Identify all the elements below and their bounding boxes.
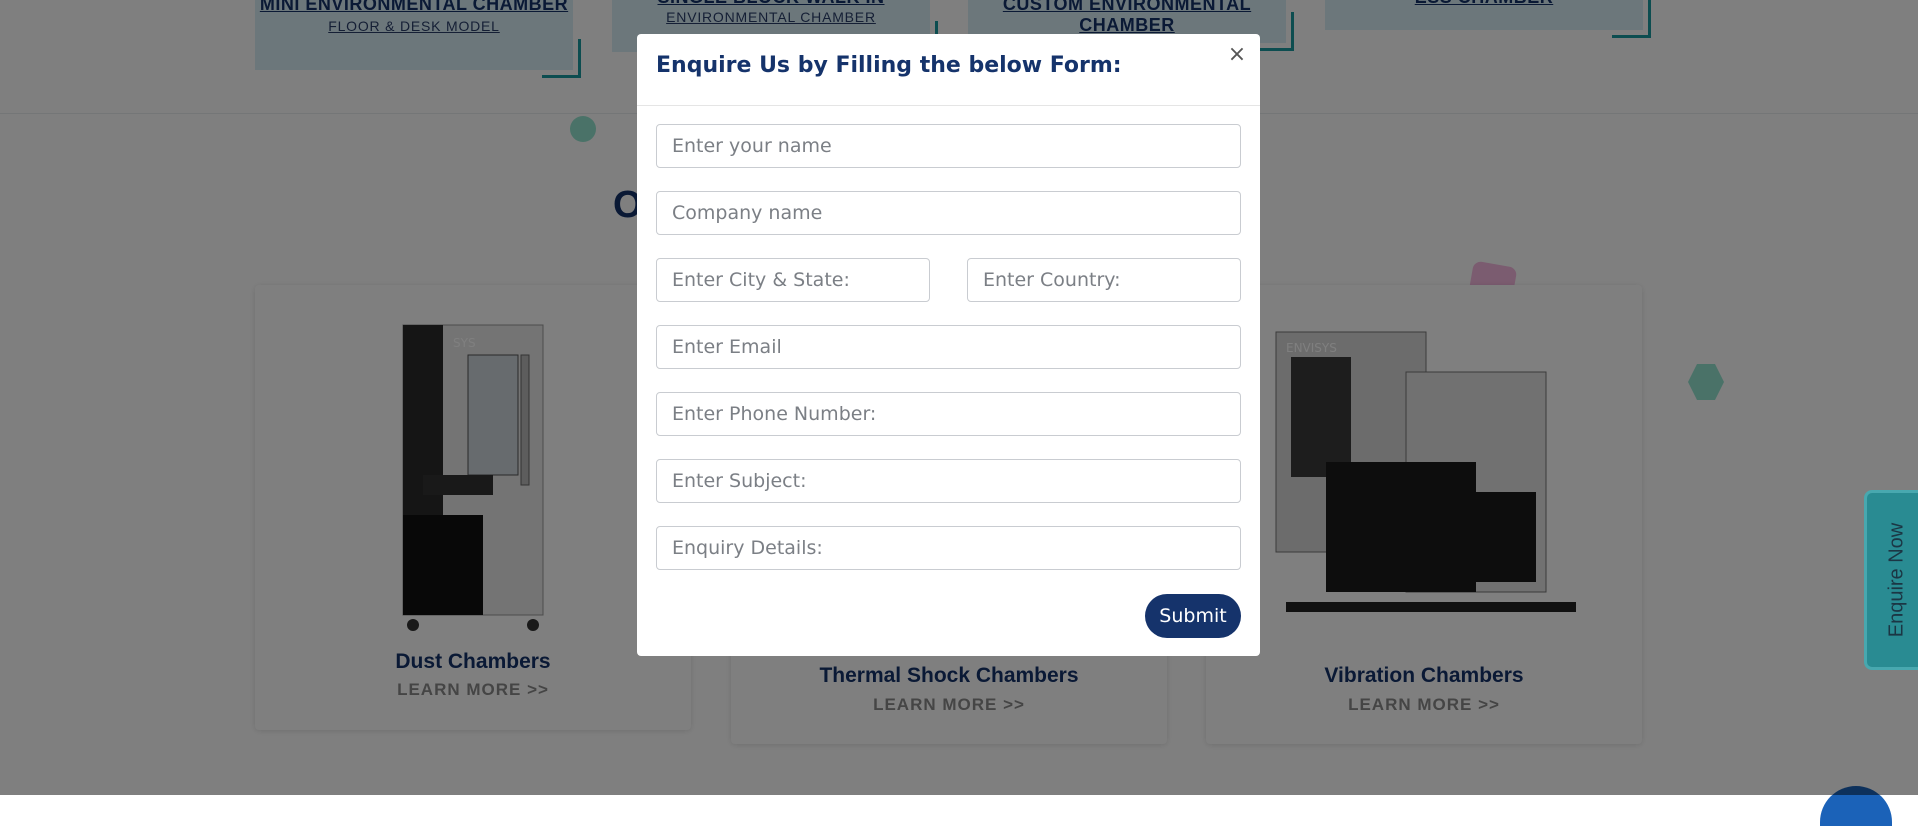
name-field[interactable] <box>656 124 1241 168</box>
enquiry-modal: Enquire Us by Filling the below Form: × … <box>637 34 1260 656</box>
email-field[interactable] <box>656 325 1241 369</box>
modal-title: Enquire Us by Filling the below Form: <box>656 53 1122 78</box>
modal-header: Enquire Us by Filling the below Form: × <box>637 34 1260 106</box>
submit-button[interactable]: Submit <box>1145 594 1241 638</box>
close-icon[interactable]: × <box>1224 42 1250 68</box>
enquire-now-label: Enquire Now <box>1885 522 1908 638</box>
subject-field[interactable] <box>656 459 1241 503</box>
city-state-field[interactable] <box>656 258 930 302</box>
company-field[interactable] <box>656 191 1241 235</box>
country-field[interactable] <box>967 258 1241 302</box>
phone-field[interactable] <box>656 392 1241 436</box>
enquire-now-tab[interactable]: Enquire Now <box>1864 490 1918 670</box>
enquiry-details-field[interactable] <box>656 526 1241 570</box>
